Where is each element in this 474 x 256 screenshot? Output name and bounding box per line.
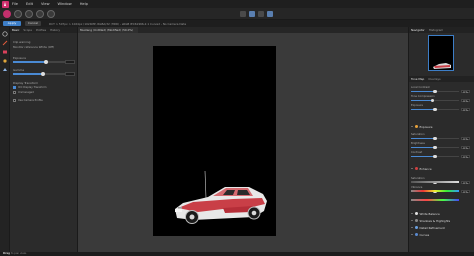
tab-histogram[interactable]: Histogram: [427, 28, 446, 32]
section-exposure-label: Exposure: [419, 124, 433, 129]
view-mode-icon[interactable]: [240, 11, 246, 17]
adjustment-value-field[interactable]: 0 %: [461, 180, 470, 185]
context-bar: Apply Cancel DCT > 507px > 1024px (1024M…: [0, 20, 474, 27]
photo-canvas[interactable]: [153, 46, 276, 236]
eraser-tool-icon[interactable]: [2, 49, 8, 55]
icc-transform-radio[interactable]: [13, 86, 16, 89]
basic-panel: Basic Scope Profiles History Clip warnin…: [10, 27, 78, 252]
view-tool-icon[interactable]: [2, 31, 8, 37]
display-transform-label: Display Transform: [13, 81, 39, 85]
tab-basic[interactable]: Basic: [10, 28, 21, 32]
tab-navigator[interactable]: Navigator: [409, 28, 427, 32]
tab-scope[interactable]: Scope: [21, 28, 34, 32]
camera-profile-label: Use Camera Profile: [18, 99, 43, 102]
apply-button[interactable]: Apply: [3, 21, 21, 26]
blemish-tool-icon[interactable]: [2, 67, 8, 73]
adjustment-slider[interactable]: [411, 145, 459, 149]
split-view-icon[interactable]: [249, 11, 255, 17]
section-exposure[interactable]: Exposure: [411, 124, 473, 129]
navigator-tabs: Navigator Histogram: [409, 27, 474, 33]
adjustment-slider[interactable]: [411, 107, 459, 111]
section-white-balance-label: White Balance: [419, 211, 440, 216]
right-panel: Navigator Histogram Tone Map Overlays Lo…: [408, 27, 474, 252]
app-window: File Edit View Window Help Apply Cancel …: [0, 0, 474, 256]
navigator-preview[interactable]: [428, 35, 454, 71]
tab-overlays[interactable]: Overlays: [426, 77, 442, 81]
mirror-view-icon[interactable]: [258, 11, 264, 17]
red-eye-tool-icon[interactable]: [2, 58, 8, 64]
adjustment-value-field[interactable]: 0 %: [461, 136, 470, 141]
unmanaged-radio[interactable]: [13, 91, 16, 94]
exposure-slider[interactable]: [13, 59, 73, 64]
canvas-area[interactable]: Mustang (Untitled) (Modified) (50.0%): [78, 27, 408, 252]
menu-edit[interactable]: Edit: [26, 2, 33, 6]
panel-tabs: Basic Scope Profiles History: [10, 27, 77, 33]
tools-panel: [0, 27, 10, 252]
adjustment-slider[interactable]: [411, 136, 459, 140]
toolbar: [0, 8, 474, 20]
export-persona-icon[interactable]: [47, 10, 55, 18]
compare-icon[interactable]: [267, 11, 273, 17]
adjustment-value-field[interactable]: 0 %: [461, 189, 470, 194]
cancel-button[interactable]: Cancel: [25, 21, 41, 26]
gamma-label: Gamma: [13, 68, 25, 72]
section-shadows-highlights-label: Shadows & Highlights: [419, 218, 451, 223]
contrast-gradient: [411, 181, 459, 183]
section-enhance-label: Enhance: [419, 166, 432, 171]
clip-warning-label: Clip warning: [13, 40, 31, 44]
section-curves-label: Curves: [419, 232, 430, 237]
menu-file[interactable]: File: [12, 2, 18, 6]
saturation-gradient: [411, 190, 459, 192]
tab-history[interactable]: History: [48, 28, 62, 32]
status-bar: Drag to pan view.: [0, 252, 474, 256]
section-curves[interactable]: Curves: [411, 232, 473, 237]
app-logo-icon: [2, 0, 9, 8]
unmanaged-label: Unmanaged: [18, 91, 34, 94]
brush-tool-icon[interactable]: [2, 40, 8, 46]
adjustment-value-field[interactable]: 0 %: [461, 89, 470, 94]
camera-profile-checkbox[interactable]: [13, 99, 16, 102]
develop-persona-icon[interactable]: [3, 10, 11, 18]
icc-transform-label: ICC Display Transform: [18, 86, 47, 89]
white-balance-label: Monitor reference White (Off): [13, 45, 55, 49]
liquify-persona-icon[interactable]: [25, 10, 33, 18]
menu-bar: File Edit View Window Help: [0, 0, 474, 8]
menu-help[interactable]: Help: [80, 2, 88, 6]
adjustment-slider[interactable]: [411, 89, 459, 93]
status-hint-bold: Drag: [3, 252, 11, 255]
tab-tone-map[interactable]: Tone Map: [409, 77, 426, 81]
adjustment-value-field[interactable]: 0 %: [461, 107, 470, 112]
menu-window[interactable]: Window: [58, 2, 72, 6]
section-shadows-highlights[interactable]: Shadows & Highlights: [411, 218, 473, 223]
photo-persona-icon[interactable]: [14, 10, 22, 18]
exposure-number-field[interactable]: [65, 60, 75, 64]
exposure-label: Exposure: [13, 56, 26, 60]
adjustment-slider[interactable]: [411, 98, 459, 102]
adjustment-value-field[interactable]: 0 %: [461, 98, 470, 103]
menu-view[interactable]: View: [41, 2, 50, 6]
section-enhance[interactable]: Enhance: [411, 166, 473, 171]
adjustment-tabs: Tone Map Overlays: [409, 76, 474, 82]
gamma-slider[interactable]: [13, 71, 73, 76]
document-info: DCT > 507px > 1024px (1024MP, RGBA/32 (H…: [49, 21, 187, 26]
document-tab[interactable]: Mustang (Untitled) (Modified) (50.0%): [78, 27, 138, 33]
section-white-balance[interactable]: White Balance: [411, 211, 473, 216]
section-detail-refinement[interactable]: Detail Refinement: [411, 225, 473, 230]
tone-map-persona-icon[interactable]: [36, 10, 44, 18]
adjustment-value-field[interactable]: 0 %: [461, 145, 470, 150]
status-hint: to pan view.: [10, 252, 27, 255]
vibrance-gradient: [411, 199, 459, 201]
tab-profiles[interactable]: Profiles: [34, 28, 48, 32]
car-photo: [175, 170, 267, 224]
adjustment-slider[interactable]: [411, 154, 459, 158]
section-detail-refinement-label: Detail Refinement: [419, 225, 445, 230]
gamma-number-field[interactable]: [65, 72, 75, 76]
navigator-thumbnail: [433, 63, 451, 69]
adjustment-value-field[interactable]: 0 %: [461, 154, 470, 159]
